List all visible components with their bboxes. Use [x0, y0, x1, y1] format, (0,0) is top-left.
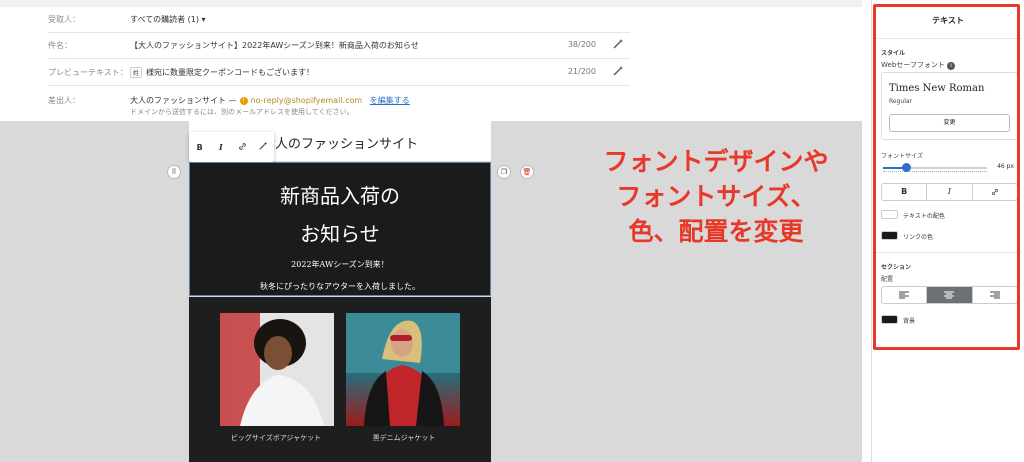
- name-variable-chip[interactable]: 姓: [130, 67, 143, 78]
- background-color-label: 背景: [903, 318, 916, 325]
- align-left-icon: [899, 291, 910, 299]
- preview-text-value: 様宛に数量限定クーポンコードもございます！: [146, 68, 315, 77]
- subject-input[interactable]: 【大人のファッションサイト】2022年AWシーズン到来！新商品入荷のお知らせ: [130, 40, 419, 51]
- preview-text-input[interactable]: 姓様宛に数量限定クーポンコードもございます！: [130, 67, 314, 78]
- section-heading: セクション: [881, 264, 912, 271]
- shop-title: 大人のファッションサイト: [261, 137, 418, 152]
- preview-text-label: プレビューテキスト：: [48, 68, 128, 77]
- hero-paragraph-1: 2022年AWシーズン到来！: [291, 260, 389, 269]
- font-size-value: 46 px: [997, 163, 1014, 170]
- magic-wand-icon[interactable]: [612, 38, 624, 50]
- subject-row: 件名： 【大人のファッションサイト】2022年AWシーズン到来！新商品入荷のお知…: [48, 38, 630, 59]
- link-icon: [991, 189, 998, 195]
- background-color-swatch[interactable]: [881, 315, 898, 324]
- email-settings-form: 受取人： すべての購読者 (1) ▾ 件名： 【大人のファッションサイト】202…: [0, 7, 862, 121]
- alignment-label: 配置: [881, 276, 894, 283]
- bold-toggle[interactable]: B: [882, 184, 928, 200]
- drag-handle-icon[interactable]: ⠿: [167, 165, 181, 179]
- text-color-label: テキストの配色: [903, 213, 945, 220]
- sender-name: 大人のファッションサイト —: [130, 96, 237, 105]
- magic-wand-icon: [259, 141, 268, 150]
- divider: [875, 252, 1022, 253]
- annotation-line-3: 色、配置を変更: [628, 217, 804, 246]
- product-photo-1: [220, 313, 334, 426]
- font-style: Regular: [889, 98, 913, 105]
- annotation-line-2: フォントサイズ、: [616, 182, 816, 211]
- annotation-line-1: フォントデザインや: [603, 147, 829, 176]
- email-preview-canvas: 大人のファッションサイト B I 新商品入荷の お知らせ 2022年AWシーズン…: [0, 121, 862, 462]
- change-font-button[interactable]: 変更: [889, 114, 1010, 132]
- panel-title: テキスト: [932, 16, 964, 25]
- align-center-button[interactable]: [927, 287, 973, 303]
- hero-paragraph-2: 秋冬にぴったりなアウターを入荷しました。: [260, 282, 420, 291]
- recipient-label: 受取人：: [48, 15, 80, 24]
- info-icon[interactable]: i: [947, 62, 956, 70]
- edit-sender-link[interactable]: を編集する: [370, 96, 410, 105]
- recipient-row: 受取人： すべての購読者 (1) ▾: [48, 14, 630, 33]
- trash-icon[interactable]: 🗑: [520, 165, 534, 179]
- alignment-group: [881, 286, 1018, 304]
- email-body: 大人のファッションサイト B I 新商品入荷の お知らせ 2022年AWシーズン…: [189, 121, 491, 462]
- sender-note: ドメインから送信するには、別のメールアドレスを使用してください。: [130, 108, 354, 116]
- text-settings-panel: テキスト スタイル Webセーフフォント i Times New Roman R…: [871, 0, 1024, 462]
- text-format-group: B I: [881, 183, 1018, 201]
- recipient-select[interactable]: すべての購読者 (1) ▾: [130, 14, 206, 25]
- product-image-2[interactable]: [346, 313, 460, 426]
- product-photo-2: [346, 313, 460, 426]
- font-name: Times New Roman: [889, 83, 985, 94]
- font-size-label: フォントサイズ: [881, 153, 923, 160]
- italic-button[interactable]: I: [213, 142, 229, 152]
- slider-ticks: [883, 171, 987, 173]
- duplicate-icon[interactable]: ❐: [497, 165, 511, 179]
- align-center-icon: [944, 291, 955, 299]
- subject-char-count: 38/200: [567, 40, 596, 49]
- link-color-swatch[interactable]: [881, 231, 898, 240]
- inline-text-toolbar: B I: [189, 132, 274, 162]
- font-label: Webセーフフォント i: [881, 60, 956, 70]
- preview-text-row: プレビューテキスト： 姓様宛に数量限定クーポンコードもございます！ 21/200: [48, 65, 630, 86]
- link-button[interactable]: [234, 142, 250, 153]
- link-toggle[interactable]: [973, 184, 1017, 200]
- align-right-button[interactable]: [973, 287, 1017, 303]
- hero-heading-line1: 新商品入荷の: [280, 184, 400, 208]
- warning-icon: !: [239, 96, 248, 105]
- magic-wand-icon[interactable]: [612, 65, 624, 77]
- sender-label: 差出人：: [48, 96, 80, 105]
- product-caption-2: 黒デニムジャケット: [372, 434, 436, 442]
- link-color-label: リンクの色: [903, 234, 934, 241]
- slider-handle[interactable]: [901, 163, 911, 172]
- bold-button[interactable]: B: [192, 143, 208, 152]
- sender-value: 大人のファッションサイト —! no-reply@shopifyemail.com…: [130, 95, 410, 106]
- ai-generate-button[interactable]: [255, 141, 271, 153]
- italic-toggle[interactable]: I: [927, 184, 973, 200]
- product-image-1[interactable]: [220, 313, 334, 426]
- subject-label: 件名：: [48, 41, 72, 50]
- align-right-icon: [989, 291, 1000, 299]
- text-color-swatch[interactable]: [881, 210, 898, 219]
- align-left-button[interactable]: [882, 287, 928, 303]
- preview-char-count: 21/200: [567, 67, 596, 76]
- link-icon: [238, 142, 246, 150]
- product-caption-1: ビッグサイズボアジャケット: [230, 434, 322, 442]
- hero-heading-line2: お知らせ: [300, 222, 380, 246]
- hero-text-section[interactable]: 新商品入荷の お知らせ 2022年AWシーズン到来！ 秋冬にぴったりなアウターを…: [189, 162, 491, 296]
- style-heading: スタイル: [881, 50, 906, 57]
- annotation-callout: フォントデザインや フォントサイズ、 色、配置を変更: [566, 144, 866, 249]
- divider: [875, 38, 1022, 39]
- product-section[interactable]: ビッグサイズボアジャケット 黒デニムジャケット: [189, 297, 491, 462]
- top-strip: [0, 0, 862, 7]
- font-picker-card: Times New Roman Regular 変更: [881, 72, 1018, 140]
- font-size-slider[interactable]: [883, 163, 987, 172]
- font-label-text: Webセーフフォント: [881, 61, 945, 69]
- sender-email: no-reply@shopifyemail.com: [250, 96, 363, 105]
